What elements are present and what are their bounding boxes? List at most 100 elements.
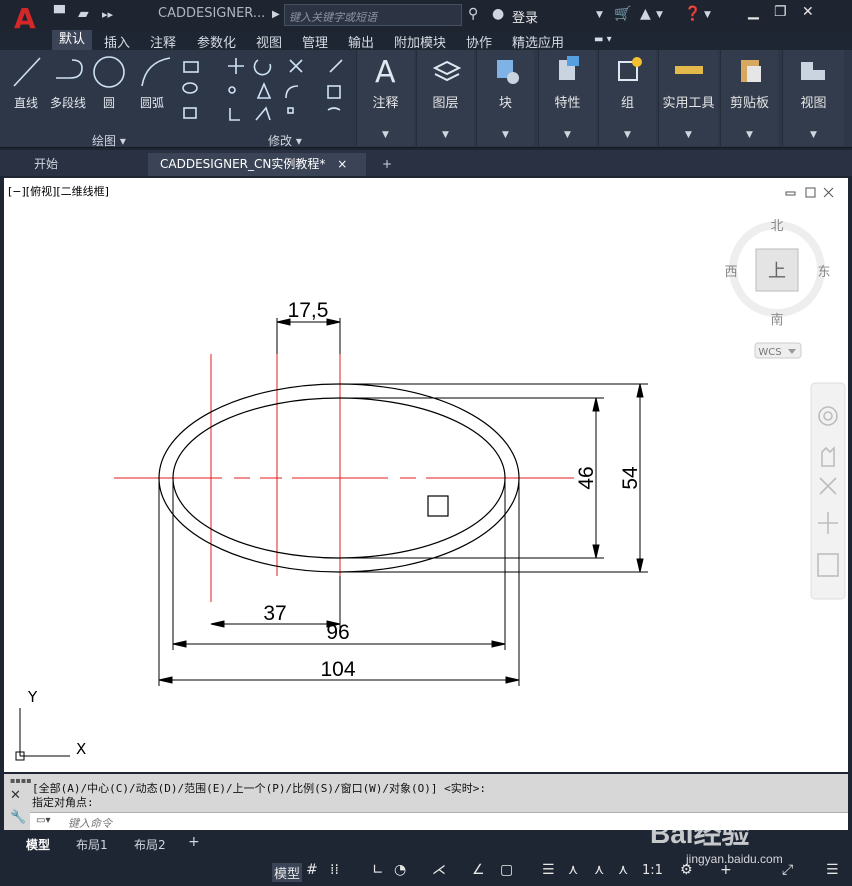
annotation-scale-value[interactable]: 1:1 [642, 863, 663, 878]
tab-active-document[interactable]: CADDESIGNER_CN实例教程* × [148, 153, 366, 176]
command-close-icon[interactable]: ✕ [10, 788, 21, 803]
user-icon[interactable]: ● [492, 6, 504, 22]
drawing-area[interactable]: [−][俯视][二维线框] 上 北 南 东 西 WCS 17,5 37 96 1… [4, 178, 848, 772]
object-snap-icon[interactable]: ▢ [500, 862, 513, 878]
tab-output[interactable]: 输出 [348, 32, 374, 51]
restore-icon[interactable]: ❐ [774, 4, 787, 20]
command-input[interactable]: 键入命令 [30, 812, 848, 830]
navigation-bar [810, 382, 846, 600]
trim-tool-icon [289, 59, 303, 73]
measure-icon [675, 66, 703, 74]
isodraft-icon[interactable]: ⋌ [432, 862, 446, 878]
snap-icon[interactable]: ⁞⁞ [330, 862, 339, 878]
annotate-panel-button[interactable]: A 注释 ▼ [356, 50, 414, 146]
group-panel-button[interactable]: 组 ▼ [598, 50, 656, 146]
view-panel-button[interactable]: 视图 ▼ [782, 50, 844, 146]
polar-icon[interactable]: ◔ [394, 862, 406, 878]
rotate-tool-icon [253, 59, 272, 76]
viewport-close-icon [823, 187, 834, 198]
block-panel-button[interactable]: 块 ▼ [476, 50, 534, 146]
tab-addins[interactable]: 附加模块 [394, 32, 446, 51]
minimize-icon[interactable]: ▁ [748, 4, 759, 20]
dim-104: 104 [320, 658, 355, 681]
polyline-tool-label[interactable]: 多段线 [50, 94, 86, 111]
tab-model[interactable]: 模型 [26, 836, 50, 853]
layers-panel-button[interactable]: 图层 ▼ [416, 50, 474, 146]
block-icon [497, 60, 519, 84]
tab-insert[interactable]: 插入 [104, 32, 130, 51]
tab-annotate[interactable]: 注释 [150, 32, 176, 51]
clean-screen-icon[interactable]: ⤢ [782, 862, 793, 878]
search-icon[interactable]: ⚲ [468, 6, 478, 22]
ucs-y-label: Y [27, 688, 38, 706]
dim-17-5: 17,5 [288, 299, 329, 322]
viewcube-north: 北 [770, 219, 783, 234]
help-dropdown-icon[interactable]: ▼ [704, 10, 711, 20]
more-tools-icon[interactable]: ▸▸ [102, 8, 113, 21]
login-dropdown-icon[interactable]: ▼ [596, 10, 603, 20]
title-chevron-icon[interactable]: ▶ [272, 9, 280, 20]
autodesk-app-icon[interactable]: ▲ [640, 6, 651, 22]
command-customize-icon[interactable]: 🔧 [10, 810, 26, 825]
grid-icon[interactable]: # [306, 862, 318, 878]
new-file-icon[interactable]: ▀ [54, 6, 65, 22]
app-dropdown-icon[interactable]: ▼ [656, 10, 663, 20]
tab-collaborate[interactable]: 协作 [466, 32, 492, 51]
tab-manage[interactable]: 管理 [302, 32, 328, 51]
cart-icon[interactable]: 🛒 [614, 6, 631, 22]
tab-layout2[interactable]: 布局2 [134, 836, 166, 853]
viewport-window-controls [785, 187, 834, 198]
viewport-restore-icon [805, 187, 816, 198]
properties-panel-button[interactable]: 特性 ▼ [538, 50, 596, 146]
ribbon-minimize-icon[interactable]: ▬ ▾ [594, 34, 612, 45]
auto-scale-icon[interactable]: ⋏ [618, 862, 628, 878]
ortho-icon[interactable]: ∟ [372, 862, 384, 878]
close-icon[interactable]: ✕ [802, 4, 814, 20]
model-space-button[interactable]: 模型 [272, 863, 303, 882]
clipboard-panel-button[interactable]: 剪贴板 ▼ [720, 50, 778, 146]
modify-panel-title[interactable]: 修改 ▾ [268, 132, 302, 149]
command-grip-icon[interactable]: ▪▪▪▪ [10, 776, 32, 785]
annotation-monitor-icon[interactable]: + [720, 862, 732, 878]
wcs-label: WCS [758, 347, 781, 358]
stretch-tool-icon [229, 108, 240, 121]
search-input[interactable]: 键入关键字或短语 [284, 4, 462, 26]
lineweight-icon[interactable]: ☰ [542, 862, 555, 878]
customization-menu-icon[interactable]: ☰ [826, 862, 839, 878]
svg-text:A: A [375, 55, 396, 86]
annotation-visibility-icon[interactable]: ⋏ [594, 862, 604, 878]
utilities-panel-button[interactable]: 实用工具 ▼ [658, 50, 718, 146]
annotation-scale-icon[interactable]: ⋏ [568, 862, 578, 878]
new-tab-button[interactable]: + [370, 153, 404, 176]
viewcube-west: 西 [724, 265, 737, 280]
open-folder-icon[interactable]: ▰ [78, 6, 89, 22]
cursor-pickbox [427, 495, 449, 517]
tab-default[interactable]: 默认 [52, 30, 93, 50]
help-icon[interactable]: ❓ [684, 6, 701, 22]
login-button[interactable]: 登录 [512, 7, 538, 26]
view-icon [801, 62, 825, 80]
close-tab-icon[interactable]: × [337, 157, 347, 171]
dim-96: 96 [326, 621, 349, 644]
object-snap-tracking-icon[interactable]: ∠ [472, 862, 485, 878]
add-layout-icon[interactable]: + [188, 834, 200, 850]
arc-tool-label[interactable]: 圆弧 [140, 94, 164, 111]
tab-layout1[interactable]: 布局1 [76, 836, 108, 853]
viewcube-top-label: 上 [768, 261, 786, 282]
active-document-label: CADDESIGNER_CN实例教程* [160, 157, 326, 171]
tab-start[interactable]: 开始 [22, 153, 70, 176]
workspace-gear-icon[interactable]: ⚙ [680, 862, 693, 878]
ucs-icon [15, 708, 70, 761]
tab-featured-apps[interactable]: 精选应用 [512, 32, 564, 51]
circle-tool-label[interactable]: 圆 [103, 94, 115, 111]
tab-parametric[interactable]: 参数化 [197, 32, 236, 51]
draw-panel-title[interactable]: 绘图 ▾ [92, 132, 126, 149]
recent-commands-icon[interactable]: ▭▾ [36, 815, 50, 826]
scale-tool-icon [255, 106, 271, 121]
offset-tool-icon [327, 107, 341, 111]
dim-37: 37 [263, 602, 286, 625]
tab-view[interactable]: 视图 [256, 32, 282, 51]
line-tool-icon [13, 57, 41, 87]
ribbon-tabs: 默认 插入 注释 参数化 视图 管理 输出 附加模块 协作 精选应用 ▬ ▾ [0, 30, 852, 51]
line-tool-label[interactable]: 直线 [14, 94, 38, 111]
